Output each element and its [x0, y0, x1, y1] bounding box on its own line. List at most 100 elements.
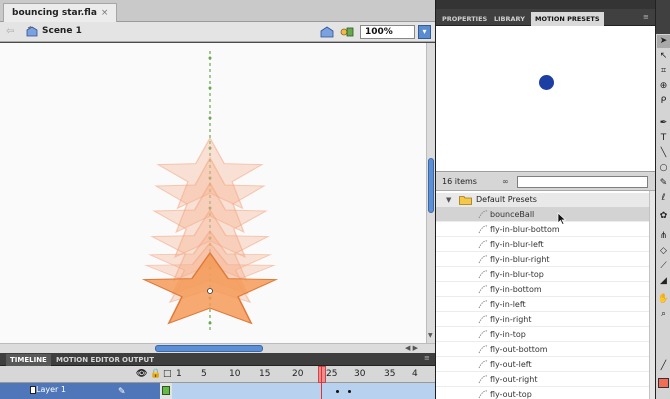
folder-default-presets[interactable]: ▼ Default Presets	[436, 193, 656, 207]
preset-label: bounceBall	[490, 210, 535, 219]
preset-label: fly-out-top	[490, 390, 532, 399]
frame-number: 10	[229, 369, 241, 379]
preset-label: fly-in-blur-right	[490, 255, 550, 264]
timeline-panel: TIMELINE MOTION EDITOR OUTPUT ≡ 👁 🔒 □ 1 …	[0, 353, 435, 399]
zoom-tool-icon[interactable]: ⌕	[657, 308, 670, 321]
preset-label: fly-in-left	[490, 300, 526, 309]
lasso-tool-icon[interactable]: ᑭ	[657, 95, 670, 108]
preset-item[interactable]: fly-out-right	[436, 372, 656, 387]
bone-tool-icon[interactable]: ⋔	[657, 230, 670, 243]
rectangle-tool-icon[interactable]: ○	[657, 162, 670, 175]
motion-preset-icon	[478, 375, 488, 384]
preset-item[interactable]: fly-in-left	[436, 297, 656, 312]
scroll-down-icon[interactable]: ▼	[428, 332, 433, 339]
tools-grip[interactable]	[656, 0, 670, 34]
scroll-arrows-icon[interactable]: ◀ ▶	[405, 344, 418, 352]
paint-bucket-tool-icon[interactable]: ◇	[657, 245, 670, 258]
frame-number: 4	[412, 369, 418, 379]
preset-item[interactable]: fly-out-left	[436, 357, 656, 372]
tween-span[interactable]	[172, 383, 435, 399]
flash-workspace: bouncing star.fla × ⇦ Scene 1 100% ▾ ▼ ◀…	[0, 0, 670, 399]
preset-item[interactable]: fly-out-bottom	[436, 342, 656, 357]
free-transform-tool-icon[interactable]: ⌗	[657, 65, 670, 78]
scene-icon	[26, 26, 38, 37]
preset-item[interactable]: fly-in-top	[436, 327, 656, 342]
preset-label: fly-out-right	[490, 375, 538, 384]
document-tab-label: bouncing star.fla	[12, 8, 97, 18]
subselection-tool-icon[interactable]: ↖	[657, 50, 670, 63]
panel-tab-bar: PROPERTIES LIBRARY MOTION PRESETS ≡	[436, 9, 656, 26]
preset-label: fly-in-blur-left	[490, 240, 544, 249]
stage-horizontal-scrollbar[interactable]: ◀ ▶	[0, 343, 435, 353]
line-tool-icon[interactable]: ╲	[657, 147, 670, 160]
motion-preset-icon	[478, 360, 488, 369]
preset-item[interactable]: fly-in-blur-right	[436, 252, 656, 267]
pen-tool-icon[interactable]: ✒	[657, 117, 670, 130]
close-tab-icon[interactable]: ×	[101, 8, 109, 18]
lock-icon[interactable]: 🔒	[150, 369, 161, 379]
tab-properties[interactable]: PROPERTIES	[438, 12, 491, 26]
motion-preset-icon	[478, 255, 488, 264]
scene-label[interactable]: Scene 1	[42, 26, 82, 36]
preset-preview	[436, 26, 656, 172]
selection-tool-icon[interactable]: ➤	[657, 35, 670, 48]
property-keyframe[interactable]	[348, 390, 351, 393]
3d-rotation-tool-icon[interactable]: ⊕	[657, 80, 670, 93]
brush-tool-icon[interactable]: ℓ	[657, 192, 670, 205]
pencil-tool-icon[interactable]: ✎	[657, 177, 670, 190]
preset-item[interactable]: fly-in-bottom	[436, 282, 656, 297]
tab-library[interactable]: LIBRARY	[490, 12, 529, 26]
preset-list: ▼ Default Presets bounceBall fly-in-blur…	[436, 191, 656, 399]
tab-timeline[interactable]: TIMELINE	[6, 354, 51, 366]
tab-motion-editor[interactable]: MOTION EDITOR	[52, 354, 124, 366]
preset-label: fly-in-blur-bottom	[490, 225, 560, 234]
layer-name-cell[interactable]: Layer 1 ✎	[0, 383, 160, 399]
layer-row[interactable]: Layer 1 ✎	[0, 383, 435, 399]
search-input[interactable]	[517, 176, 648, 188]
fill-color-swatch[interactable]	[658, 378, 669, 388]
motion-preset-icon	[478, 330, 488, 339]
preset-item[interactable]: fly-out-top	[436, 387, 656, 399]
vertical-scroll-thumb[interactable]	[428, 158, 434, 213]
edit-scene-icon[interactable]	[320, 26, 334, 38]
preset-item[interactable]: fly-in-blur-top	[436, 267, 656, 282]
preset-item[interactable]: fly-in-blur-left	[436, 237, 656, 252]
expand-arrow-icon[interactable]: ▼	[446, 196, 451, 204]
tab-output[interactable]: OUTPUT	[118, 354, 158, 366]
stroke-color-icon[interactable]: ╱	[657, 360, 670, 373]
tab-motion-presets[interactable]: MOTION PRESETS	[531, 12, 604, 26]
back-arrow-icon[interactable]: ⇦	[6, 26, 14, 37]
eyedropper-tool-icon[interactable]: ⟋	[657, 260, 670, 273]
motion-preset-icon	[478, 285, 488, 294]
folder-icon	[459, 196, 472, 205]
playhead[interactable]	[318, 366, 326, 383]
panel-menu-icon[interactable]: ≡	[643, 13, 649, 21]
preset-label: fly-in-bottom	[490, 285, 542, 294]
preset-item[interactable]: fly-in-blur-bottom	[436, 222, 656, 237]
frame-number: 1	[176, 369, 182, 379]
panel-grip[interactable]	[436, 0, 656, 9]
property-keyframe[interactable]	[336, 390, 339, 393]
layer-name: Layer 1	[36, 385, 66, 394]
zoom-dropdown-button[interactable]: ▾	[418, 25, 431, 39]
preset-item[interactable]: bounceBall	[436, 207, 656, 222]
document-tab[interactable]: bouncing star.fla ×	[3, 3, 118, 22]
deco-tool-icon[interactable]: ✿	[657, 210, 670, 223]
keyframe[interactable]	[162, 386, 170, 395]
horizontal-scroll-thumb[interactable]	[155, 345, 263, 352]
stage-vertical-scrollbar[interactable]: ▼	[426, 43, 435, 343]
preset-item[interactable]: fly-in-right	[436, 312, 656, 327]
motion-preset-icon	[478, 240, 488, 249]
zoom-input[interactable]: 100%	[360, 25, 415, 39]
text-tool-icon[interactable]: T	[657, 132, 670, 145]
outline-icon[interactable]: □	[163, 369, 172, 379]
edit-symbol-icon[interactable]	[340, 26, 354, 38]
motion-preset-icon	[478, 210, 488, 219]
stage-canvas[interactable]	[0, 43, 426, 343]
panel-menu-icon[interactable]: ≡	[424, 354, 430, 362]
eraser-tool-icon[interactable]: ◢	[657, 275, 670, 288]
motion-preset-icon	[478, 345, 488, 354]
document-area: bouncing star.fla × ⇦ Scene 1 100% ▾ ▼ ◀…	[0, 0, 435, 399]
eye-icon[interactable]: 👁	[136, 369, 147, 379]
hand-tool-icon[interactable]: ✋	[657, 293, 670, 306]
